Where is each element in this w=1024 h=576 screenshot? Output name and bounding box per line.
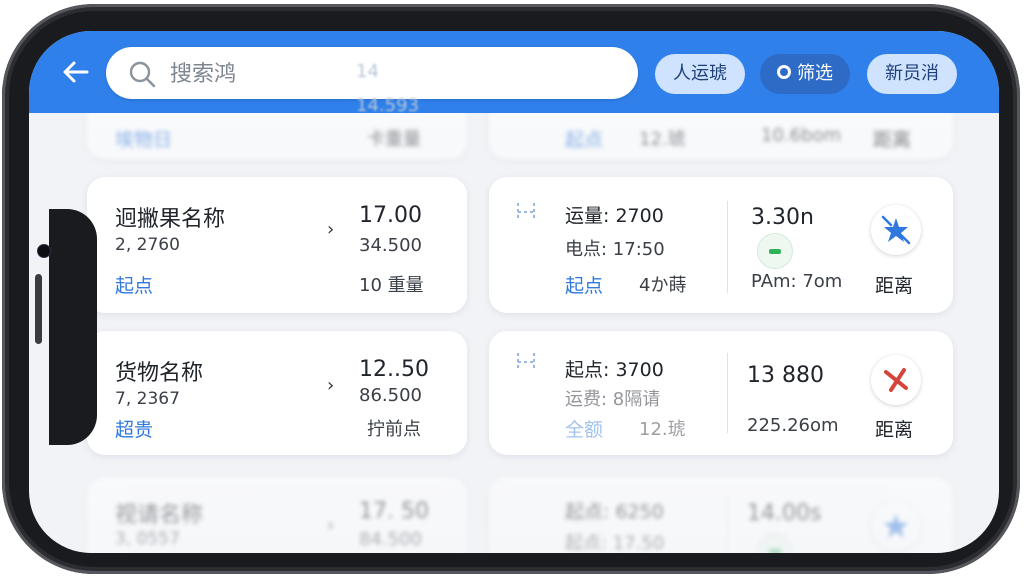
card-link[interactable]: 起点 bbox=[565, 271, 603, 298]
front-camera bbox=[37, 244, 51, 258]
distance-button[interactable]: 距离 bbox=[875, 271, 913, 298]
back-button[interactable] bbox=[59, 55, 93, 89]
price-value: 12..50 bbox=[359, 357, 429, 382]
card-bottom-value: 10 重量 bbox=[359, 275, 424, 296]
cargo-sub: 7, 2367 bbox=[115, 389, 180, 409]
cargo-card-left-2[interactable]: 货物名称 7, 2367 超贵 › 12..50 86.500 拧前点 bbox=[87, 331, 467, 455]
ghost-scroll-text: 14.593 bbox=[356, 95, 419, 116]
cargo-sub: 2, 2760 bbox=[115, 235, 180, 255]
filter-chip-3[interactable]: 新员消 bbox=[867, 54, 957, 94]
distance-value: 225.26om bbox=[747, 415, 839, 436]
route-line-1: 起点: 6250 bbox=[565, 501, 664, 523]
route-line-1: 起点: 3700 bbox=[565, 359, 664, 381]
blue-star-icon bbox=[884, 514, 908, 538]
filter-chip-1[interactable]: 人运琥 bbox=[655, 54, 745, 94]
distance-button[interactable]: 距离 bbox=[875, 415, 913, 442]
locate-button[interactable] bbox=[871, 205, 921, 255]
chip-label: 人运琥 bbox=[673, 63, 727, 84]
rate-value: 13 880 bbox=[747, 363, 824, 388]
ghost-scroll-text: 14 bbox=[356, 61, 379, 82]
cargo-name: 视请名称 bbox=[115, 503, 204, 528]
route-line-2: 起点: 17.50 bbox=[565, 533, 665, 553]
status-dot-icon bbox=[757, 533, 793, 553]
search-bar[interactable]: 14 14.593 bbox=[106, 47, 638, 116]
notch bbox=[49, 209, 97, 445]
chevron-right-icon: › bbox=[327, 515, 335, 536]
card-link[interactable]: 起点 bbox=[565, 125, 603, 152]
card-link[interactable]: 全额 bbox=[565, 415, 603, 442]
app-screen: 14 14.593 人运琥 筛选 新员消 埃物日 卡重量 迥撇果名称 2, 27… bbox=[29, 31, 999, 553]
price-secondary: 84.500 bbox=[359, 529, 422, 550]
phone-frame: 14 14.593 人运琥 筛选 新员消 埃物日 卡重量 迥撇果名称 2, 27… bbox=[2, 4, 1020, 574]
route-card-right-3[interactable]: 起点: 6250 起点: 17.50 14.00s bbox=[489, 477, 953, 553]
route-icon bbox=[517, 203, 535, 221]
cargo-card-left-3[interactable]: 视请名称 3, 0557 › 17. 50 84.500 bbox=[87, 477, 467, 553]
card-link[interactable]: 埃物日 bbox=[115, 125, 172, 152]
red-cross-icon bbox=[884, 368, 908, 392]
magnifier-icon bbox=[129, 61, 156, 88]
arrow-left-icon bbox=[63, 61, 89, 83]
search-input[interactable] bbox=[168, 55, 612, 93]
route-line-1: 运量: 2700 bbox=[565, 205, 664, 227]
chip-label: 筛选 bbox=[797, 63, 833, 84]
price-value: 17. 50 bbox=[359, 499, 429, 524]
status-dot-icon bbox=[757, 233, 793, 269]
blue-star-icon bbox=[881, 215, 911, 245]
price-value: 17.00 bbox=[359, 203, 422, 228]
card-link[interactable]: 起点 bbox=[115, 271, 153, 298]
cargo-sub: 3, 0557 bbox=[115, 529, 180, 549]
cargo-name: 货物名称 bbox=[115, 361, 204, 386]
price-secondary: 86.500 bbox=[359, 385, 422, 406]
filter-chip-filter[interactable]: 筛选 bbox=[760, 54, 850, 94]
route-line-2: 运费: 8隔请 bbox=[565, 389, 661, 410]
distance-value: 10.6bom bbox=[761, 125, 842, 146]
card-bottom-value: 拧前点 bbox=[367, 419, 421, 440]
card-bottom-value: 卡重量 bbox=[367, 129, 421, 150]
locate-button[interactable] bbox=[871, 355, 921, 405]
locate-button[interactable] bbox=[871, 501, 921, 551]
top-app-bar: 14 14.593 人运琥 筛选 新员消 bbox=[29, 31, 999, 116]
price-secondary: 34.500 bbox=[359, 235, 422, 256]
card-bottom-value: 4か蒔 bbox=[639, 275, 687, 296]
cargo-name: 迥撇果名称 bbox=[115, 207, 226, 232]
cargo-card-left-1[interactable]: 迥撇果名称 2, 2760 起点 › 17.00 34.500 10 重量 bbox=[87, 177, 467, 313]
distance-value: PAm: 7om bbox=[751, 271, 843, 292]
route-icon bbox=[517, 353, 535, 371]
chip-label: 新员消 bbox=[885, 63, 939, 84]
chevron-right-icon: › bbox=[327, 219, 335, 240]
radio-dot-icon bbox=[777, 65, 791, 79]
route-card-right-1[interactable]: 运量: 2700 电点: 17:50 起点 4か蒔 3.30n PAm: 7om… bbox=[489, 177, 953, 313]
card-bottom-value: 12.琥 bbox=[639, 419, 686, 440]
divider bbox=[727, 495, 728, 553]
card-bottom-value: 12.琥 bbox=[639, 129, 686, 150]
divider bbox=[727, 353, 728, 433]
rate-value: 3.30n bbox=[751, 205, 814, 230]
chevron-right-icon: › bbox=[327, 375, 335, 396]
divider bbox=[727, 201, 728, 293]
card-link[interactable]: 超贵 bbox=[115, 415, 153, 442]
distance-button[interactable]: 距离 bbox=[873, 125, 911, 152]
route-line-2: 电点: 17:50 bbox=[565, 239, 665, 260]
route-card-right-2[interactable]: 起点: 3700 运费: 8隔请 全额 12.琥 13 880 225.26om… bbox=[489, 331, 953, 455]
rate-value: 14.00s bbox=[747, 501, 822, 526]
side-button bbox=[35, 274, 42, 344]
